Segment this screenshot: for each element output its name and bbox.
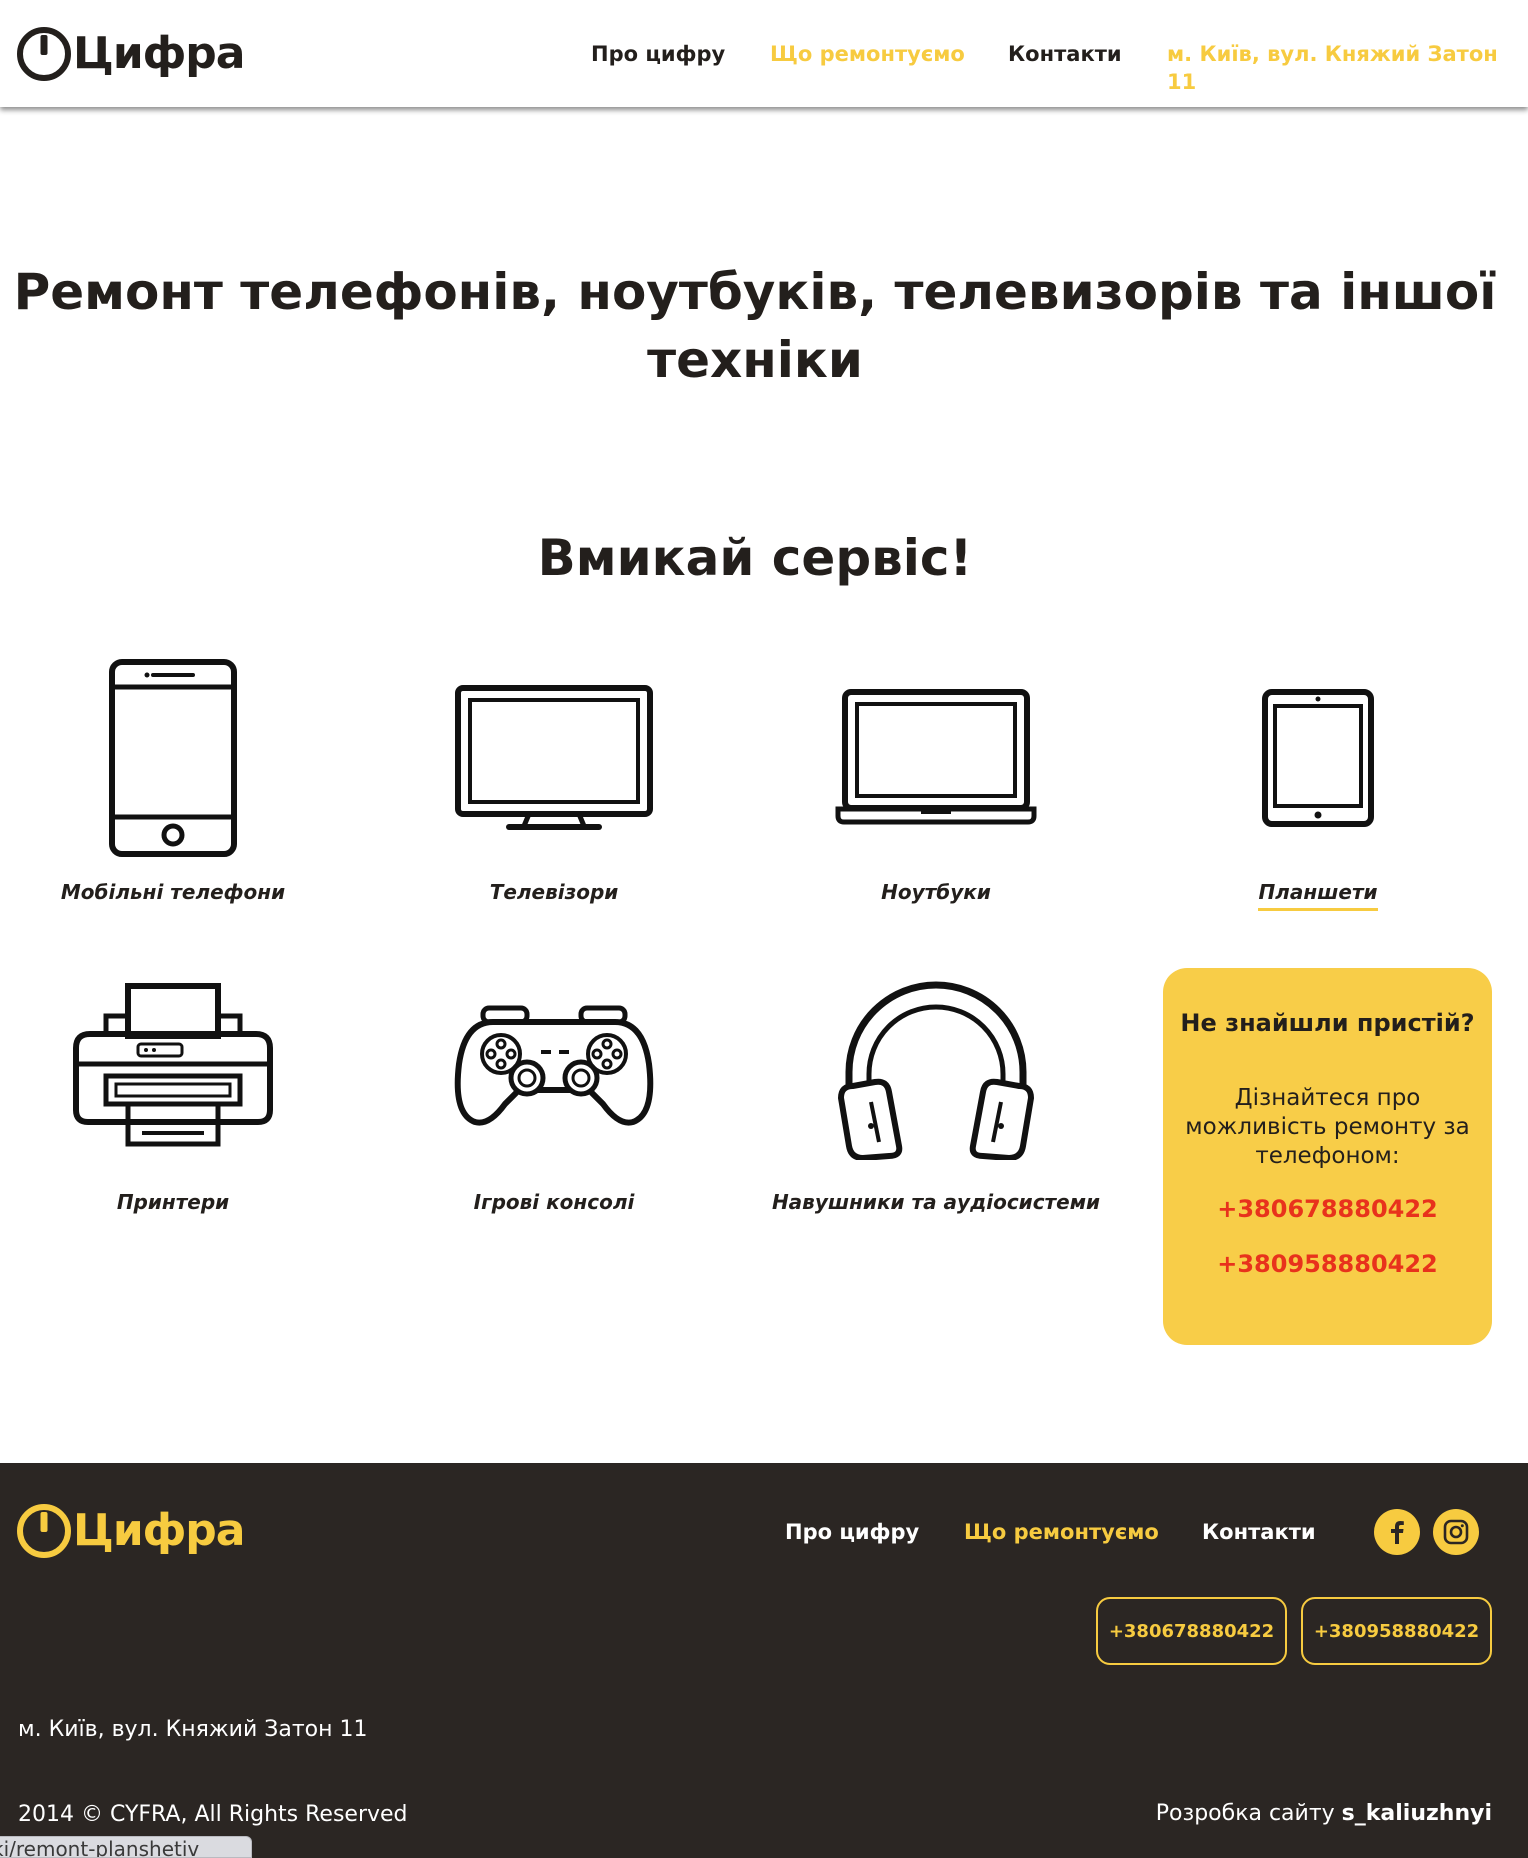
developer-link[interactable]: s_kaliuzhnyi	[1342, 1801, 1492, 1826]
device-label: Мобільні телефони	[60, 880, 286, 904]
footer-phone-button-2[interactable]: +380958880422	[1301, 1597, 1492, 1665]
device-card-laptops[interactable]: Ноутбуки	[746, 688, 1126, 917]
device-card-printers[interactable]: Принтери	[0, 982, 363, 1227]
page-title-line2: техніки	[647, 331, 863, 389]
nav-contacts[interactable]: Контакти	[1008, 40, 1122, 68]
laptop-icon	[835, 689, 1037, 825]
nav-repairs[interactable]: Що ремонтуємо	[770, 40, 965, 68]
device-card-headphones[interactable]: Навушники та аудіосистеми	[746, 976, 1126, 1227]
not-found-card: Не знайшли пристій? Дізнайтеся про можли…	[1163, 968, 1492, 1345]
device-card-consoles[interactable]: Ігрові консолі	[364, 1004, 744, 1227]
logo-text: Цифра	[73, 28, 245, 79]
power-icon	[17, 1504, 71, 1558]
device-label-text: Планшети	[1258, 880, 1378, 911]
device-card-phones[interactable]: Мобільні телефони	[0, 657, 363, 917]
gamepad-icon	[454, 1005, 654, 1126]
developer-credit: Розробка сайту s_kaliuzhnyi	[1156, 1801, 1492, 1826]
device-label: Ноутбуки	[881, 880, 991, 904]
card-phone-2[interactable]: +380958880422	[1163, 1249, 1492, 1279]
section-title: Вмикай сервіс!	[537, 529, 973, 587]
device-label: Телевізори	[489, 880, 619, 904]
printer-icon	[73, 983, 273, 1147]
site-footer: Цифра Про цифру Що ремонтуємо Контакти +…	[0, 1463, 1528, 1858]
device-label: Планшети	[1128, 878, 1508, 911]
card-title: Не знайшли пристій?	[1180, 1009, 1475, 1037]
device-label: Принтери	[116, 1190, 230, 1214]
footer-phone-button-1[interactable]: +380678880422	[1096, 1597, 1287, 1665]
page-title: Ремонт телефонів, ноутбуків, телевизорів…	[0, 258, 1510, 394]
status-bar-url-text: ki/remont-planshetiv	[0, 1837, 200, 1858]
instagram-icon[interactable]	[1433, 1509, 1479, 1555]
card-text: Дізнайтеся про можливість ремонту за тел…	[1185, 1085, 1470, 1169]
facebook-icon[interactable]	[1374, 1509, 1420, 1555]
footer-nav-contacts[interactable]: Контакти	[1202, 1518, 1316, 1546]
device-card-tvs[interactable]: Телевізори	[364, 684, 744, 917]
footer-logo[interactable]: Цифра	[17, 1503, 245, 1559]
nav-about[interactable]: Про цифру	[591, 40, 725, 68]
developer-prefix: Розробка сайту	[1155, 1801, 1335, 1826]
logo[interactable]: Цифра	[17, 26, 245, 82]
nav-address[interactable]: м. Київ, вул. Княжий Затон 11	[1167, 40, 1528, 96]
footer-nav-about[interactable]: Про цифру	[785, 1518, 919, 1546]
footer-address: м. Київ, вул. Княжий Затон 11	[18, 1717, 368, 1742]
footer-nav-repairs[interactable]: Що ремонтуємо	[964, 1518, 1159, 1546]
device-card-tablets[interactable]: Планшети	[1128, 688, 1508, 917]
power-icon	[17, 27, 71, 81]
tablet-icon	[1262, 689, 1374, 827]
headphones-icon	[837, 981, 1035, 1160]
footer-logo-text: Цифра	[73, 1505, 245, 1556]
copyright: 2014 © CYFRA, All Rights Reserved	[18, 1802, 408, 1827]
device-label: Ігрові консолі	[473, 1190, 635, 1214]
smartphone-icon	[109, 659, 237, 857]
device-label: Навушники та аудіосистеми	[771, 1190, 1101, 1214]
page-title-line1: Ремонт телефонів, ноутбуків, телевизорів…	[13, 263, 1497, 321]
card-phone-1[interactable]: +380678880422	[1163, 1194, 1492, 1224]
site-header: Цифра Про цифру Що ремонтуємо Контакти м…	[0, 0, 1528, 107]
tv-icon	[455, 685, 653, 830]
status-bar-url: ki/remont-planshetiv	[0, 1836, 252, 1858]
